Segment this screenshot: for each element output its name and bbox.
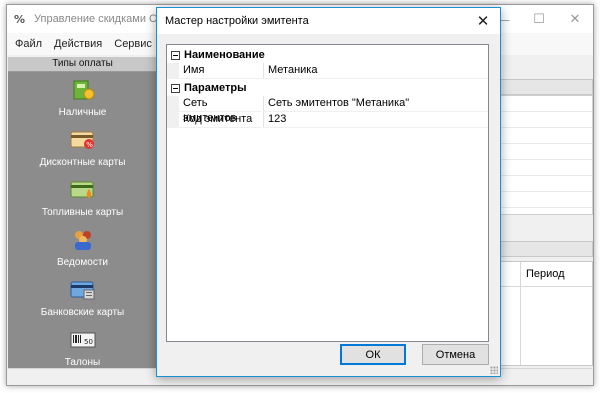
property-row-issuer-code[interactable]: Код эмитента 123 [167, 112, 488, 128]
nav-item-discount-cards[interactable]: % Дисконтные карты [8, 122, 157, 172]
payment-types-panel: Типы оплаты Наличные % Дисконтные карты … [8, 57, 158, 369]
nav-item-cash[interactable]: Наличные [8, 72, 157, 122]
grid-header-divider [500, 286, 592, 287]
ok-button[interactable]: ОК [340, 344, 406, 365]
nav-label-fuel-cards: Топливные карты [41, 207, 124, 218]
property-value[interactable]: Метаника [263, 63, 488, 79]
property-label: Сеть эмитентов [167, 96, 262, 124]
cash-icon [70, 79, 96, 101]
nav-item-fuel-cards[interactable]: Топливные карты [8, 172, 157, 222]
property-row-name[interactable]: Имя Метаника [167, 63, 488, 79]
category-row-parameters[interactable]: Параметры [167, 80, 488, 96]
background-grid-top[interactable] [499, 95, 593, 215]
property-label: Код эмитента [167, 112, 262, 128]
property-row-issuer-network[interactable]: Сеть эмитентов Сеть эмитентов "Метаника" [167, 96, 488, 124]
statements-icon [70, 229, 96, 251]
background-data-area: Период [499, 57, 593, 369]
property-label: Имя [167, 63, 262, 79]
category-label: Наименование [184, 49, 265, 61]
dialog-titlebar: Мастер настройки эмитента ✕ [157, 8, 500, 34]
nav-label-discount-cards: Дисконтные карты [39, 157, 126, 168]
close-window-button[interactable]: ✕ [557, 5, 593, 33]
collapse-icon[interactable] [171, 83, 180, 93]
background-grid-bottom[interactable]: Период [499, 261, 593, 366]
discount-card-icon: % [70, 129, 96, 151]
dialog-title: Мастер настройки эмитента [165, 15, 309, 27]
nav-label-statements: Ведомости [56, 257, 108, 268]
issuer-setup-dialog: Мастер настройки эмитента ✕ Наименование… [156, 7, 501, 377]
background-grid-header [499, 79, 593, 95]
menu-actions[interactable]: Действия [48, 38, 108, 50]
cancel-button[interactable]: Отмена [422, 344, 489, 365]
menu-file[interactable]: Файл [7, 38, 48, 50]
column-header-period[interactable]: Период [526, 268, 565, 280]
nav-label-cash: Наличные [58, 107, 107, 118]
collapse-icon[interactable] [171, 50, 180, 60]
category-label: Параметры [184, 82, 247, 94]
grid-column-divider [520, 262, 521, 365]
nav-item-statements[interactable]: Ведомости [8, 222, 157, 272]
bank-card-icon [70, 279, 96, 301]
menu-service[interactable]: Сервис [108, 38, 158, 50]
nav-item-coupons[interactable]: 50 Талоны [8, 322, 157, 369]
property-grid[interactable]: Наименование Имя Метаника Параметры Сеть… [166, 44, 489, 342]
payment-types-header: Типы оплаты [8, 57, 157, 72]
nav-label-bank-cards: Банковские карты [40, 307, 125, 318]
dialog-close-button[interactable]: ✕ [466, 8, 500, 34]
svg-text:50: 50 [84, 338, 93, 346]
property-value[interactable]: 123 [263, 112, 488, 128]
svg-text:%: % [14, 13, 25, 26]
property-value[interactable]: Сеть эмитентов "Метаника" [263, 96, 488, 112]
nav-label-coupons: Талоны [64, 357, 101, 368]
nav-item-bank-cards[interactable]: Банковские карты [8, 272, 157, 322]
svg-text:%: % [86, 141, 93, 149]
maximize-button[interactable]: ☐ [521, 5, 557, 33]
coupons-icon: 50 [70, 329, 96, 351]
category-row-name[interactable]: Наименование [167, 47, 488, 63]
resize-grip-icon[interactable] [490, 366, 498, 374]
window-controls: — ☐ ✕ [485, 5, 593, 33]
fuel-card-icon [70, 179, 96, 201]
app-icon: % [12, 11, 28, 27]
background-grid-separator [499, 241, 593, 257]
